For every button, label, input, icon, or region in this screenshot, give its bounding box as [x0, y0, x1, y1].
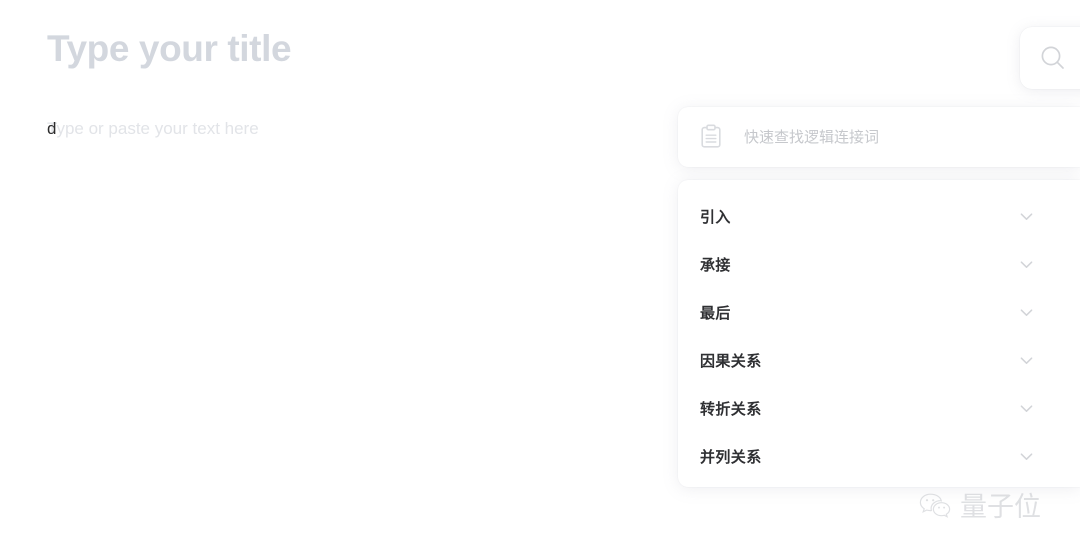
- panel-search-box[interactable]: [678, 107, 1080, 167]
- category-item-yinru[interactable]: 引入: [678, 192, 1080, 240]
- watermark: 量子位: [918, 492, 1041, 522]
- category-item-zuihou[interactable]: 最后: [678, 288, 1080, 336]
- category-label: 转折关系: [700, 400, 762, 418]
- chevron-down-icon[interactable]: [1018, 352, 1058, 369]
- category-label: 并列关系: [700, 448, 762, 466]
- clipboard-icon: [698, 124, 724, 150]
- document-title-placeholder[interactable]: Type your title: [47, 27, 292, 71]
- chevron-down-icon[interactable]: [1018, 304, 1058, 321]
- category-label: 引入: [700, 208, 731, 226]
- category-label: 因果关系: [700, 352, 762, 370]
- document-editor[interactable]: Type your title Type or paste your text …: [0, 0, 680, 556]
- connectives-category-list: 引入 承接 最后 因果关系 转折关系 并列关系: [678, 180, 1080, 487]
- chevron-down-icon[interactable]: [1018, 256, 1058, 273]
- category-label: 最后: [700, 304, 731, 322]
- category-item-zhuanzheguanxi[interactable]: 转折关系: [678, 384, 1080, 432]
- watermark-text: 量子位: [960, 491, 1041, 523]
- app-root: Type your title Type or paste your text …: [0, 0, 1080, 556]
- category-item-bingleguanxi[interactable]: 并列关系: [678, 432, 1080, 480]
- wechat-icon: [918, 492, 952, 522]
- document-body-typed-text: d: [47, 119, 57, 138]
- chevron-down-icon[interactable]: [1018, 448, 1058, 465]
- chevron-down-icon[interactable]: [1018, 400, 1058, 417]
- chevron-down-icon[interactable]: [1018, 208, 1058, 225]
- connectives-search-input[interactable]: [744, 128, 1044, 146]
- document-body-placeholder: Type or paste your text here: [47, 119, 259, 138]
- category-label: 承接: [700, 256, 731, 274]
- category-item-yinguoguanxi[interactable]: 因果关系: [678, 336, 1080, 384]
- category-item-chengjie[interactable]: 承接: [678, 240, 1080, 288]
- connectives-panel: 引入 承接 最后: [678, 0, 1080, 556]
